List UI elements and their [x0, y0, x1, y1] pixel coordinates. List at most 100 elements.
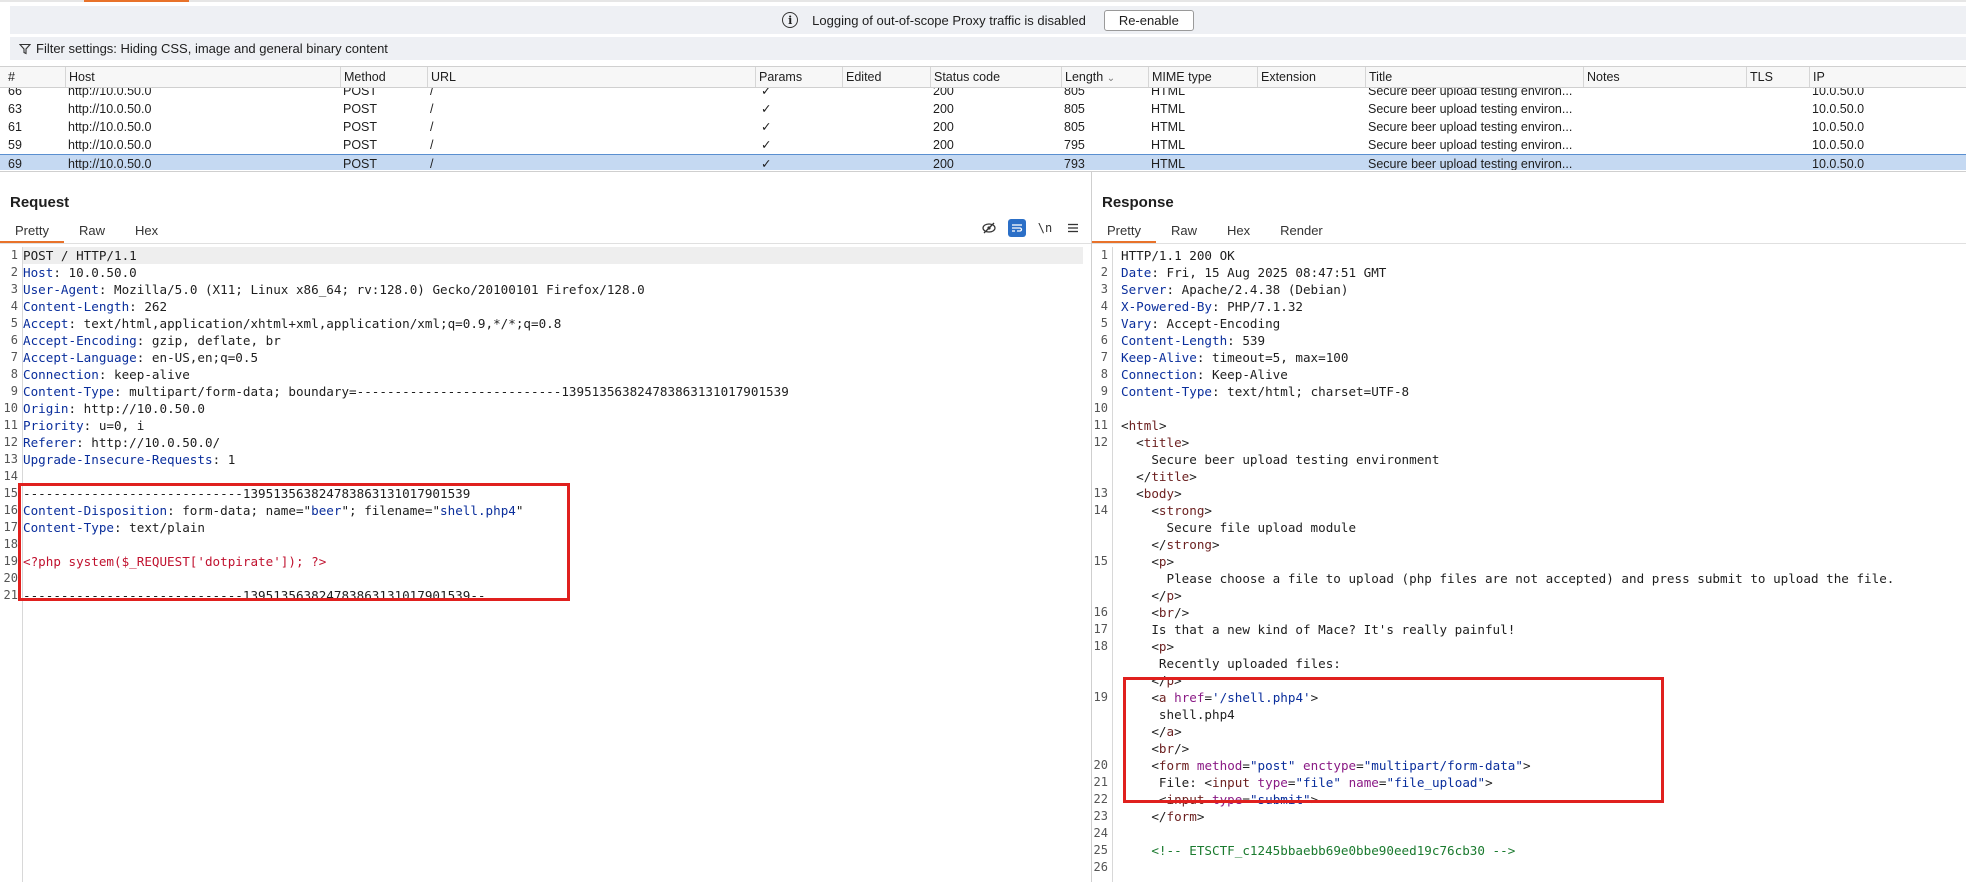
col-host[interactable]: Host [65, 67, 340, 87]
tag-name: p [1166, 588, 1175, 603]
re-enable-button[interactable]: Re-enable [1103, 9, 1194, 31]
cell-host: http://10.0.50.0 [68, 157, 152, 170]
response-line-gutter: 1 2 3 4 5 6 7 8 9 10 11 12 13 14 15 16 17 18 19 20 21 22 23 24 2… [1092, 247, 1113, 882]
request-tab-pretty[interactable]: Pretty [0, 220, 64, 243]
tag-name: title [1151, 469, 1190, 484]
col-url[interactable]: URL [427, 67, 755, 87]
active-tab-indicator [84, 0, 189, 2]
header-name: Origin [23, 401, 69, 416]
cell-notes [1583, 100, 1746, 118]
request-tab-raw[interactable]: Raw [64, 220, 120, 242]
newline-toggle-icon[interactable]: \n [1036, 219, 1054, 237]
header-value: : Keep-Alive [1196, 367, 1288, 382]
col-number[interactable]: # [5, 67, 65, 87]
table-row[interactable]: 63 http://10.0.50.0 POST / ✓ 200 805 HTML Secure… [0, 100, 1966, 118]
table-row[interactable]: 61 http://10.0.50.0 POST / ✓ 200 805 HTML Secure… [0, 118, 1966, 136]
mace-text: Is that a new kind of Mace? It's really … [1151, 622, 1516, 637]
table-row[interactable]: 66 http://10.0.50.0 POST / ✓ 200 805 HTML Secure… [0, 88, 1966, 100]
tag-name: html [1128, 418, 1159, 433]
line-number: 3 [10, 282, 18, 296]
line-number: 12 [3, 435, 18, 449]
cell-notes [1583, 155, 1746, 170]
cell-edited [842, 100, 930, 118]
wrap-lines-icon[interactable] [1008, 219, 1026, 237]
header-value: : timeout=5, max=100 [1196, 350, 1349, 365]
cell-num: 69 [8, 157, 22, 170]
request-tab-hex[interactable]: Hex [120, 220, 173, 242]
col-status-code[interactable]: Status code [930, 67, 1061, 87]
header-name: Connection [1121, 367, 1197, 382]
header-value: : gzip, deflate, br [136, 333, 281, 348]
response-line [1121, 400, 1966, 417]
status-line: HTTP/1.1 200 OK [1121, 248, 1235, 263]
line-number [1092, 706, 1112, 723]
response-highlight-box [1123, 677, 1664, 803]
line-number [1092, 570, 1112, 587]
header-value: : PHP/7.1.32 [1212, 299, 1303, 314]
request-pane: Request Pretty Raw Hex \n 1 2 3 4 5 6 7 8 9 10 11 1… [0, 172, 1091, 882]
header-name: X-Powered-By [1121, 299, 1212, 314]
response-line: Secure file upload module [1121, 519, 1966, 536]
filter-settings-bar[interactable]: Filter settings: Hiding CSS, image and g… [10, 37, 1966, 60]
request-line: User-Agent: Mozilla/5.0 (X11; Linux x86_… [23, 281, 1083, 298]
header-value: : Accept-Encoding [1151, 316, 1281, 331]
cell-mime: HTML [1151, 88, 1186, 98]
filter-icon [19, 43, 31, 55]
cell-method: POST [343, 88, 378, 98]
col-edited[interactable]: Edited [842, 67, 930, 87]
header-value: : text/html; charset=UTF-8 [1212, 384, 1410, 399]
response-tab-render[interactable]: Render [1265, 220, 1338, 242]
response-tab-hex[interactable]: Hex [1212, 220, 1265, 242]
cell-mime: HTML [1151, 138, 1186, 152]
col-tls[interactable]: TLS [1746, 67, 1809, 87]
cell-host: http://10.0.50.0 [68, 102, 152, 116]
proxy-history-table: # Host Method URL Params Edited Status c… [0, 66, 1966, 170]
col-params[interactable]: Params [755, 67, 842, 87]
line-number: 8 [10, 367, 18, 381]
request-line: Upgrade-Insecure-Requests: 1 [23, 451, 1083, 468]
cell-method: POST [343, 157, 378, 170]
header-name: Connection [23, 367, 99, 382]
line-number: 16 [1093, 605, 1108, 619]
cell-num: 59 [8, 138, 22, 152]
cell-title: Secure beer upload testing environ... [1368, 88, 1573, 98]
response-line: Keep-Alive: timeout=5, max=100 [1121, 349, 1966, 366]
cell-host: http://10.0.50.0 [68, 138, 152, 152]
col-method[interactable]: Method [340, 67, 427, 87]
response-tabs-underline [1092, 243, 1966, 244]
flag-comment: <!-- ETSCTF_c1245bbaebb69e0bbe90eed19c76… [1151, 843, 1516, 858]
col-mime-type[interactable]: MIME type [1148, 67, 1257, 87]
col-notes[interactable]: Notes [1583, 67, 1746, 87]
table-row[interactable]: 69 http://10.0.50.0 POST / ✓ 200 793 HTML Secure… [0, 154, 1966, 170]
response-tab-raw[interactable]: Raw [1156, 220, 1212, 242]
line-number: 1 [1100, 248, 1108, 262]
header-name: Date [1121, 265, 1152, 280]
response-line: Content-Type: text/html; charset=UTF-8 [1121, 383, 1966, 400]
col-title[interactable]: Title [1365, 67, 1583, 87]
request-line: Priority: u=0, i [23, 417, 1083, 434]
hide-nonprintable-icon[interactable] [980, 219, 998, 237]
cell-edited [842, 136, 930, 154]
col-ip[interactable]: IP [1809, 67, 1966, 87]
cell-num: 61 [8, 120, 22, 134]
response-line: <title> [1121, 435, 1190, 450]
header-name: Content-Type [1121, 384, 1212, 399]
header-name: Referer [23, 435, 77, 450]
request-line: POST / HTTP/1.1 [23, 247, 1083, 264]
header-name: Keep-Alive [1121, 350, 1197, 365]
tag-name: br [1158, 605, 1175, 620]
response-line [1121, 859, 1966, 876]
response-tab-pretty[interactable]: Pretty [1092, 220, 1156, 243]
cell-method: POST [343, 102, 378, 116]
request-title: Request [10, 194, 70, 211]
line-number: 20 [1093, 758, 1108, 772]
col-extension[interactable]: Extension [1257, 67, 1365, 87]
table-row[interactable]: 59 http://10.0.50.0 POST / ✓ 200 795 HTML Secure… [0, 136, 1966, 154]
menu-icon[interactable] [1064, 219, 1082, 237]
col-length[interactable]: Length ⌄ [1061, 67, 1148, 87]
request-line: Referer: http://10.0.50.0/ [23, 434, 1083, 451]
cell-mime: HTML [1151, 102, 1186, 116]
cell-ip: 10.0.50.0 [1812, 88, 1865, 98]
line-number: 17 [1093, 622, 1108, 636]
line-number: 2 [1100, 265, 1108, 279]
